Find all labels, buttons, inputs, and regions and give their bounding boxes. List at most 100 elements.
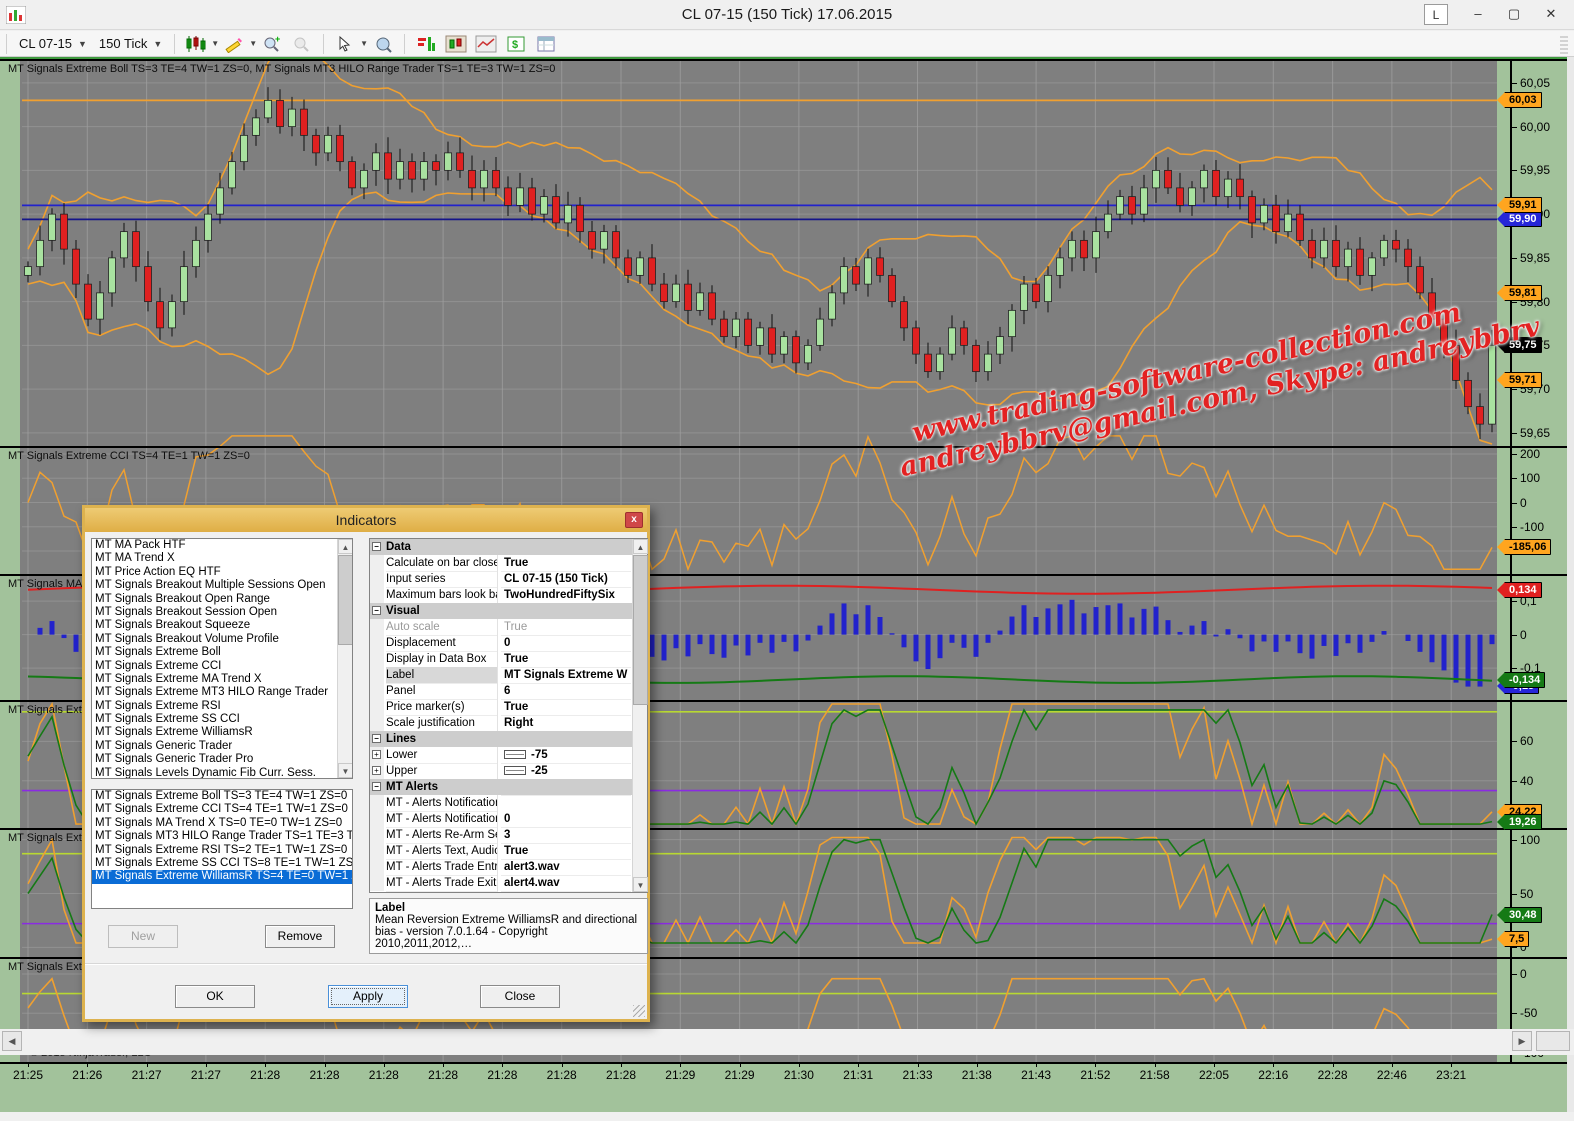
scroll-thumb[interactable]: [633, 555, 648, 705]
close-dialog-button[interactable]: Close: [480, 985, 560, 1008]
zoom-in-icon[interactable]: +: [260, 34, 284, 54]
link-button[interactable]: L: [1424, 4, 1448, 25]
collapse-icon[interactable]: −: [372, 782, 381, 791]
grid-row-value[interactable]: CL 07-15 (150 Tick): [501, 571, 631, 588]
zoom-out-icon[interactable]: [290, 34, 314, 54]
draw-icon[interactable]: [222, 34, 246, 54]
chart-trader-icon[interactable]: [444, 34, 468, 54]
grid-row-value[interactable]: 0: [501, 811, 631, 828]
grid-row[interactable]: +Lower-75: [370, 747, 632, 763]
time-axis[interactable]: 21:2521:2621:2721:2721:2821:2821:2821:28…: [0, 1062, 1567, 1086]
grid-row[interactable]: Panel6: [370, 683, 632, 699]
indicator-list-item[interactable]: MT Signals Extreme SS CCI: [92, 713, 352, 726]
grid-row[interactable]: LabelMT Signals Extreme W: [370, 667, 632, 683]
line-style-swatch[interactable]: [504, 750, 526, 759]
chevron-down-icon[interactable]: ▼: [249, 39, 257, 48]
scroll-left-button[interactable]: ◀: [2, 1031, 22, 1051]
indicator-list-item[interactable]: MT MA Pack HTF: [92, 539, 352, 552]
configured-indicator-item[interactable]: MT Signals MA Trend X TS=0 TE=0 TW=1 ZS=…: [92, 817, 352, 830]
configured-indicator-item[interactable]: MT Signals Extreme CCI TS=4 TE=1 TW=1 ZS…: [92, 803, 352, 816]
grid-row[interactable]: MT - Alerts Trade Entralert3.wav: [370, 859, 632, 875]
chevron-down-icon[interactable]: ▼: [211, 39, 219, 48]
scrollbar-corner-button[interactable]: [1536, 1031, 1570, 1051]
grid-row[interactable]: Displacement0: [370, 635, 632, 651]
grid-row[interactable]: MT - Alerts Notificatior0: [370, 811, 632, 827]
indicator-list-item[interactable]: MT Signals Breakout Squeeze: [92, 619, 352, 632]
scroll-down-icon[interactable]: ▼: [338, 763, 353, 778]
grid-section[interactable]: −Data: [370, 539, 632, 555]
indicator-list-item[interactable]: MT Signals Breakout Session Open: [92, 606, 352, 619]
grid-row[interactable]: Calculate on bar closeTrue: [370, 555, 632, 571]
indicator-list-item[interactable]: MT Signals Breakout Volume Profile: [92, 633, 352, 646]
grid-row-value[interactable]: -75: [501, 747, 631, 764]
scroll-up-icon[interactable]: ▲: [338, 539, 353, 554]
new-button[interactable]: New: [108, 925, 178, 948]
grid-row-value[interactable]: [501, 795, 631, 796]
collapse-icon[interactable]: −: [372, 542, 381, 551]
grid-section[interactable]: −MT Alerts: [370, 779, 632, 795]
available-list-scrollbar[interactable]: ▲ ▼: [337, 539, 352, 778]
grid-section[interactable]: −Lines: [370, 731, 632, 747]
indicator-list-item[interactable]: MT Signals Generic Trader: [92, 740, 352, 753]
scroll-up-icon[interactable]: ▲: [633, 539, 648, 554]
grid-row-value[interactable]: 0: [501, 635, 631, 652]
grid-section[interactable]: −Visual: [370, 603, 632, 619]
scroll-thumb[interactable]: [338, 555, 353, 645]
grid-row[interactable]: Scale justificationRight: [370, 715, 632, 731]
configured-indicator-item[interactable]: MT Signals Extreme Boll TS=3 TE=4 TW=1 Z…: [92, 790, 352, 803]
resize-grip[interactable]: [633, 1005, 645, 1017]
properties-grid[interactable]: ▲ ▼ −DataCalculate on bar closeTrueInput…: [369, 538, 648, 893]
minimize-button[interactable]: –: [1462, 4, 1494, 25]
expand-icon[interactable]: +: [372, 750, 381, 759]
toolbar-grip[interactable]: [1560, 36, 1568, 54]
grid-row[interactable]: MT - Alerts Trade Exitalert4.wav: [370, 875, 632, 891]
configured-indicator-item[interactable]: MT Signals MT3 HILO Range Trader TS=1 TE…: [92, 830, 352, 843]
close-button[interactable]: ✕: [1534, 4, 1568, 25]
indicator-list-item[interactable]: MT Signals Extreme Boll: [92, 646, 352, 659]
scroll-down-icon[interactable]: ▼: [633, 877, 648, 892]
line-style-swatch[interactable]: [504, 766, 526, 775]
grid-row-value[interactable]: True: [501, 699, 631, 716]
configured-indicator-item[interactable]: MT Signals Extreme SS CCI TS=8 TE=1 TW=1…: [92, 857, 352, 870]
chevron-down-icon[interactable]: ▼: [360, 39, 368, 48]
indicator-list-item[interactable]: MT Signals Extreme WilliamsR: [92, 726, 352, 739]
grid-row[interactable]: Auto scaleTrue: [370, 619, 632, 635]
available-indicators-list[interactable]: ▲ ▼ MT MA Pack HTFMT MA Trend XMT Price …: [91, 538, 353, 779]
ok-button[interactable]: OK: [175, 985, 255, 1008]
mini-chart-icon[interactable]: [474, 34, 498, 54]
indicator-list-item[interactable]: MT Signals Generic Trader Pro: [92, 753, 352, 766]
grid-row[interactable]: MT - Alerts Text, AudicTrue: [370, 843, 632, 859]
grid-row-value[interactable]: True: [501, 555, 631, 572]
grid-row-value[interactable]: True: [501, 843, 631, 860]
interval-selector[interactable]: 150 Tick ▼: [93, 36, 168, 51]
remove-button[interactable]: Remove: [265, 925, 335, 948]
maximize-button[interactable]: ▢: [1498, 4, 1530, 25]
scroll-right-button[interactable]: ▶: [1512, 1031, 1532, 1051]
grid-panel-icon[interactable]: [534, 34, 558, 54]
indicator-list-item[interactable]: MT Signals Breakout Open Range: [92, 593, 352, 606]
grid-row[interactable]: Price marker(s)True: [370, 699, 632, 715]
grid-row[interactable]: MT - Alerts Re-Arm Se3: [370, 827, 632, 843]
panel-separator[interactable]: [0, 59, 1567, 61]
order-panel-icon[interactable]: [414, 34, 438, 54]
grid-row[interactable]: Display in Data BoxTrue: [370, 651, 632, 667]
indicator-list-item[interactable]: MT Signals Levels Dynamic Fib Curr. Sess…: [92, 767, 352, 779]
indicator-list-item[interactable]: MT MA Trend X: [92, 552, 352, 565]
data-box-icon[interactable]: [371, 34, 395, 54]
grid-row[interactable]: MT - Alerts Notificatior: [370, 795, 632, 811]
indicator-list-item[interactable]: MT Price Action EQ HTF: [92, 566, 352, 579]
indicator-list-item[interactable]: MT Signals Extreme CCI: [92, 660, 352, 673]
grid-row-value[interactable]: 3: [501, 827, 631, 844]
horizontal-scrollbar[interactable]: ◀ ▶: [0, 1029, 1574, 1055]
dollar-icon[interactable]: $: [504, 34, 528, 54]
grid-row[interactable]: +Upper-25: [370, 763, 632, 779]
grid-scrollbar[interactable]: ▲ ▼: [632, 539, 647, 892]
grid-row-value[interactable]: alert4.wav: [501, 875, 631, 892]
grid-row-value[interactable]: TwoHundredFiftySix: [501, 587, 631, 604]
grid-row-value[interactable]: 6: [501, 683, 631, 700]
configured-indicator-item[interactable]: MT Signals Extreme RSI TS=2 TE=1 TW=1 ZS…: [92, 844, 352, 857]
indicator-list-item[interactable]: MT Signals Extreme RSI: [92, 700, 352, 713]
collapse-icon[interactable]: −: [372, 734, 381, 743]
apply-button[interactable]: Apply: [328, 985, 408, 1008]
panel-separator[interactable]: [0, 446, 1567, 448]
